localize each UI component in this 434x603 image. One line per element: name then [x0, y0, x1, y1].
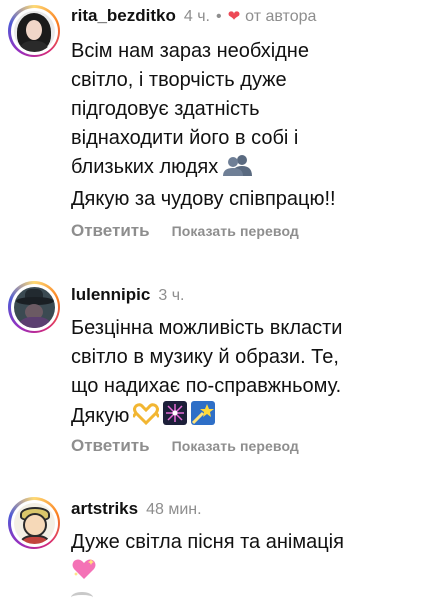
next-reply-button-partial[interactable]	[71, 592, 93, 603]
text-line: підгодовує здатність	[71, 98, 260, 120]
separator-dot: •	[215, 8, 222, 25]
avatar[interactable]	[8, 5, 60, 57]
text-line: світло в музику й образи. Те,	[71, 346, 339, 368]
comment-header: rita_bezditko 4 ч. • ❤ от автора	[71, 6, 316, 26]
avatar[interactable]	[8, 497, 60, 549]
heart-hands-emoji	[132, 403, 161, 434]
fireworks-emoji	[163, 401, 188, 434]
people-silhouettes-emoji	[222, 154, 254, 185]
show-translation-button[interactable]: Показать перевод	[172, 223, 299, 239]
comment-actions: Ответить Показать перевод	[71, 436, 299, 456]
text-line: Дякую	[71, 405, 130, 427]
comment-text: Всім нам зараз необхідне світло, і творч…	[71, 37, 426, 214]
sparkling-heart-emoji	[71, 557, 97, 590]
author-label: от автора	[245, 8, 317, 25]
timestamp: 4 ч.	[183, 8, 210, 25]
text-line: що надихає по-справжньому.	[71, 375, 342, 397]
text-line: Безцінна можливість вкласти	[71, 317, 343, 339]
comment-header: artstriks 48 мин.	[71, 499, 202, 519]
timestamp: 48 мин.	[146, 501, 202, 518]
show-translation-button[interactable]: Показать перевод	[172, 438, 299, 454]
shooting-star-emoji	[191, 401, 216, 434]
text-line-with-emoji: Дякую	[71, 401, 426, 434]
heart-icon: ❤	[227, 8, 241, 25]
text-line: близьких людях	[71, 156, 219, 178]
text-line: віднаходити його в собі і	[71, 127, 299, 149]
username[interactable]: artstriks	[71, 499, 138, 519]
text-line-with-emoji: близьких людях	[71, 153, 426, 185]
comment-text: Безцінна можливість вкласти світло в муз…	[71, 314, 426, 434]
avatar[interactable]	[8, 281, 60, 333]
username[interactable]: lulennipic	[71, 285, 150, 305]
text-line: Дуже світла пісня та анімація	[71, 531, 344, 553]
text-line: Всім нам зараз необхідне	[71, 40, 309, 62]
emoji-line	[71, 557, 426, 590]
comment-header: lulennipic 3 ч.	[71, 285, 184, 305]
comment-text: Дуже світла пісня та анімація	[71, 528, 426, 590]
comment-actions: Ответить Показать перевод	[71, 221, 299, 241]
reply-button[interactable]: Ответить	[71, 221, 150, 241]
text-line: Дякую за чудову співпрацю!!	[71, 188, 336, 210]
username[interactable]: rita_bezditko	[71, 6, 176, 26]
timestamp: 3 ч.	[158, 287, 185, 304]
text-line: світло, і творчість дуже	[71, 69, 287, 91]
reply-button[interactable]: Ответить	[71, 436, 150, 456]
